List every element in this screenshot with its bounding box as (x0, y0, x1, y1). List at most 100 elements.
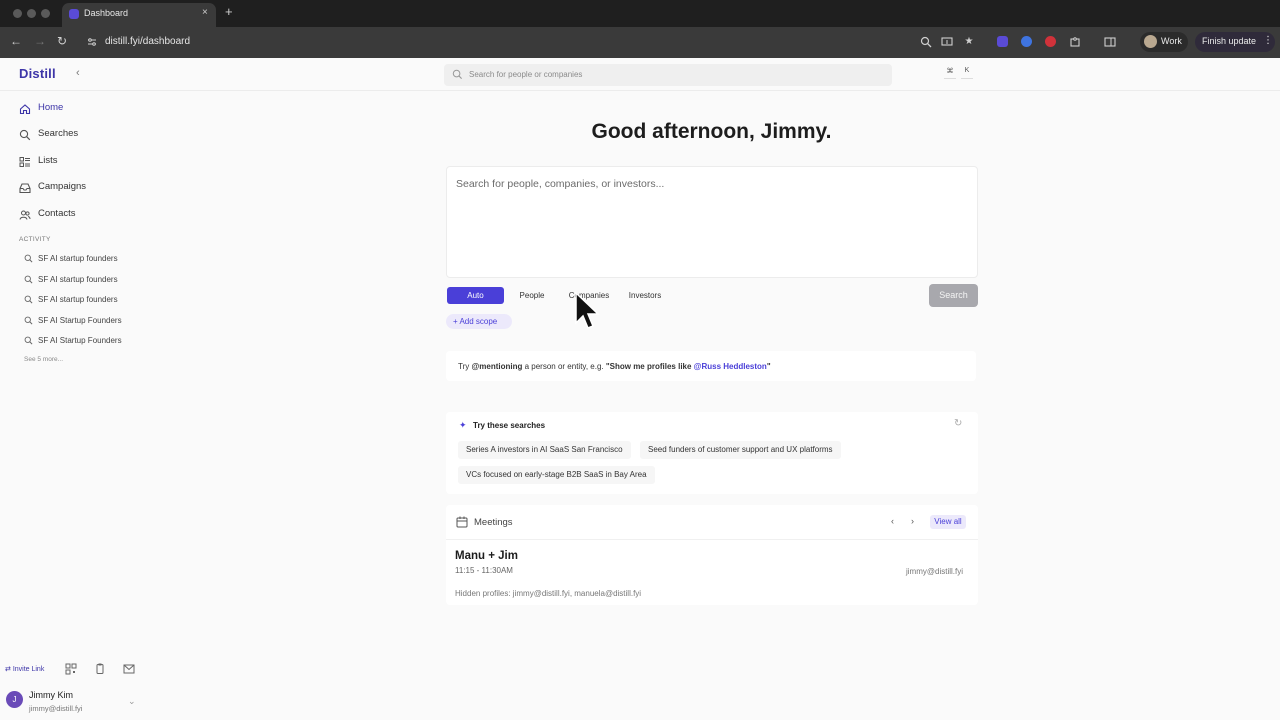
window-zoom-dot[interactable] (41, 9, 50, 18)
browser-toolbar: ← → ↻ distill.fyi/dashboard ★ Work Finis… (0, 27, 1280, 58)
view-all-meetings-button[interactable]: View all (930, 515, 966, 529)
tab-title: Dashboard (84, 8, 129, 18)
sidebar-item-searches[interactable]: Searches (19, 126, 159, 144)
query-composer-input[interactable]: Search for people, companies, or investo… (446, 166, 978, 278)
qr-code-icon[interactable] (64, 663, 78, 675)
back-arrow-icon[interactable]: ← (10, 34, 22, 48)
search-icon (452, 69, 463, 80)
user-menu[interactable]: J Jimmy Kim jimmy@distill.fyi ⌄ (0, 684, 145, 720)
site-settings-icon[interactable] (87, 37, 97, 47)
search-icon (24, 295, 33, 304)
refresh-icon[interactable]: ↻ (954, 418, 962, 429)
sidebar-item-home[interactable]: Home (19, 100, 159, 118)
meetings-card: Meetings ‹ › View all Manu + Jim 11:15 -… (446, 505, 978, 605)
mention-hint-text: Try @mentioning a person or entity, e.g.… (458, 362, 771, 371)
add-scope-button[interactable]: + Add scope (446, 314, 512, 329)
distill-extension-icon[interactable] (997, 36, 1008, 47)
distill-favicon-icon (69, 9, 79, 19)
finish-update-button[interactable]: Finish update ⋮ (1195, 32, 1275, 52)
inbox-icon (19, 183, 31, 194)
see-more-link[interactable]: See 5 more... (24, 356, 63, 363)
invite-people-icon: ⇄ (5, 666, 13, 673)
avatar: J (6, 691, 23, 708)
mention-hint-card: Try @mentioning a person or entity, e.g.… (446, 351, 976, 381)
activity-item[interactable]: SF AI startup founders (24, 293, 164, 307)
meeting-name[interactable]: Manu + Jim (455, 550, 518, 562)
invite-link-button[interactable]: ⇄ Invite Link (5, 665, 44, 673)
search-icon (24, 336, 33, 345)
forward-arrow-icon[interactable]: → (34, 34, 46, 48)
hint-example-end: " (766, 362, 771, 371)
blue-extension-icon[interactable] (1021, 36, 1032, 47)
profile-button[interactable]: Work (1140, 32, 1188, 52)
invite-link-label: Invite Link (12, 666, 45, 673)
sidebar-item-contacts[interactable]: Contacts (19, 206, 159, 224)
activity-item[interactable]: SF AI Startup Founders (24, 314, 164, 328)
hint-mention-word: @mentioning (471, 362, 523, 371)
window-close-dot[interactable] (13, 9, 22, 18)
mode-people-button[interactable]: People (509, 287, 555, 304)
distill-logo[interactable]: Distill (19, 66, 56, 81)
browser-tab[interactable]: Dashboard × (62, 3, 216, 27)
activity-item[interactable]: SF AI startup founders (24, 273, 164, 287)
meetings-title: Meetings (474, 517, 513, 528)
activity-item[interactable]: SF AI startup founders (24, 252, 164, 266)
meeting-hidden-profiles: Hidden profiles: jimmy@distill.fyi, manu… (455, 589, 642, 598)
sidebar-item-label: Home (38, 102, 64, 113)
mode-investors-button[interactable]: Investors (621, 287, 669, 304)
suggested-search-chip[interactable]: VCs focused on early-stage B2B SaaS in B… (458, 466, 655, 484)
hint-example-mention[interactable]: @Russ Heddleston (694, 362, 767, 371)
chevron-down-icon[interactable]: ⌄ (128, 696, 136, 707)
red-extension-icon[interactable] (1045, 36, 1056, 47)
clipboard-icon[interactable] (93, 663, 107, 675)
user-email: jimmy@distill.fyi (29, 704, 83, 713)
activity-item-label: SF AI startup founders (38, 295, 118, 304)
activity-item-label: SF AI startup founders (38, 275, 118, 284)
suggested-search-chip[interactable]: Seed funders of customer support and UX … (640, 441, 841, 459)
shortcut-k-key: K (961, 67, 973, 79)
chevron-right-icon[interactable]: › (911, 516, 914, 526)
suggested-searches-card: ✦ Try these searches ↻ Series A investor… (446, 412, 978, 494)
search-button[interactable]: Search (929, 284, 978, 307)
address-bar[interactable]: distill.fyi/dashboard (105, 36, 190, 47)
activity-item-label: SF AI Startup Founders (38, 316, 122, 325)
more-vert-icon[interactable]: ⋮ (1263, 35, 1273, 46)
sidebar-item-label: Campaigns (38, 181, 87, 192)
mode-auto-button[interactable]: Auto (447, 287, 504, 304)
sidebar-item-campaigns[interactable]: Campaigns (19, 179, 159, 197)
global-search-input[interactable]: Search for people or companies (444, 64, 892, 86)
calendar-icon (456, 516, 468, 528)
reload-icon[interactable]: ↻ (57, 34, 67, 48)
zoom-icon[interactable] (920, 36, 932, 48)
global-search-placeholder: Search for people or companies (469, 70, 583, 79)
profile-label: Work (1161, 36, 1182, 46)
chevron-left-icon[interactable]: ‹ (891, 516, 894, 526)
page-title: Good afternoon, Jimmy. (591, 120, 832, 143)
contacts-icon (19, 210, 31, 220)
search-icon (19, 129, 31, 141)
suggested-search-chip[interactable]: Series A investors in AI SaaS San Franci… (458, 441, 631, 459)
home-icon (19, 104, 31, 115)
side-panel-icon[interactable] (1104, 36, 1116, 48)
activity-item[interactable]: SF AI Startup Founders (24, 334, 164, 348)
new-tab-icon[interactable]: + (225, 5, 233, 19)
extensions-puzzle-icon[interactable] (1069, 36, 1081, 48)
mail-icon[interactable] (122, 663, 136, 675)
bookmark-star-icon[interactable]: ★ (963, 36, 975, 48)
sparkle-icon: ✦ (459, 420, 467, 430)
app-root: Distill ‹ Search for people or companies… (0, 58, 1280, 720)
composer-placeholder: Search for people, companies, or investo… (456, 178, 665, 190)
meetings-divider (446, 539, 978, 540)
list-icon (19, 157, 30, 167)
window-minimize-dot[interactable] (27, 9, 36, 18)
activity-item-label: SF AI startup founders (38, 254, 118, 263)
user-name: Jimmy Kim (29, 690, 73, 700)
sidebar-item-lists[interactable]: Lists (19, 153, 159, 171)
install-app-icon[interactable] (941, 36, 953, 48)
hint-prefix: Try (458, 362, 472, 371)
collapse-sidebar-icon[interactable]: ‹ (76, 67, 80, 79)
topbar-divider (0, 90, 1280, 91)
tab-close-icon[interactable]: × (202, 7, 208, 18)
meeting-time: 11:15 - 11:30AM (455, 566, 513, 575)
search-icon (24, 254, 33, 263)
